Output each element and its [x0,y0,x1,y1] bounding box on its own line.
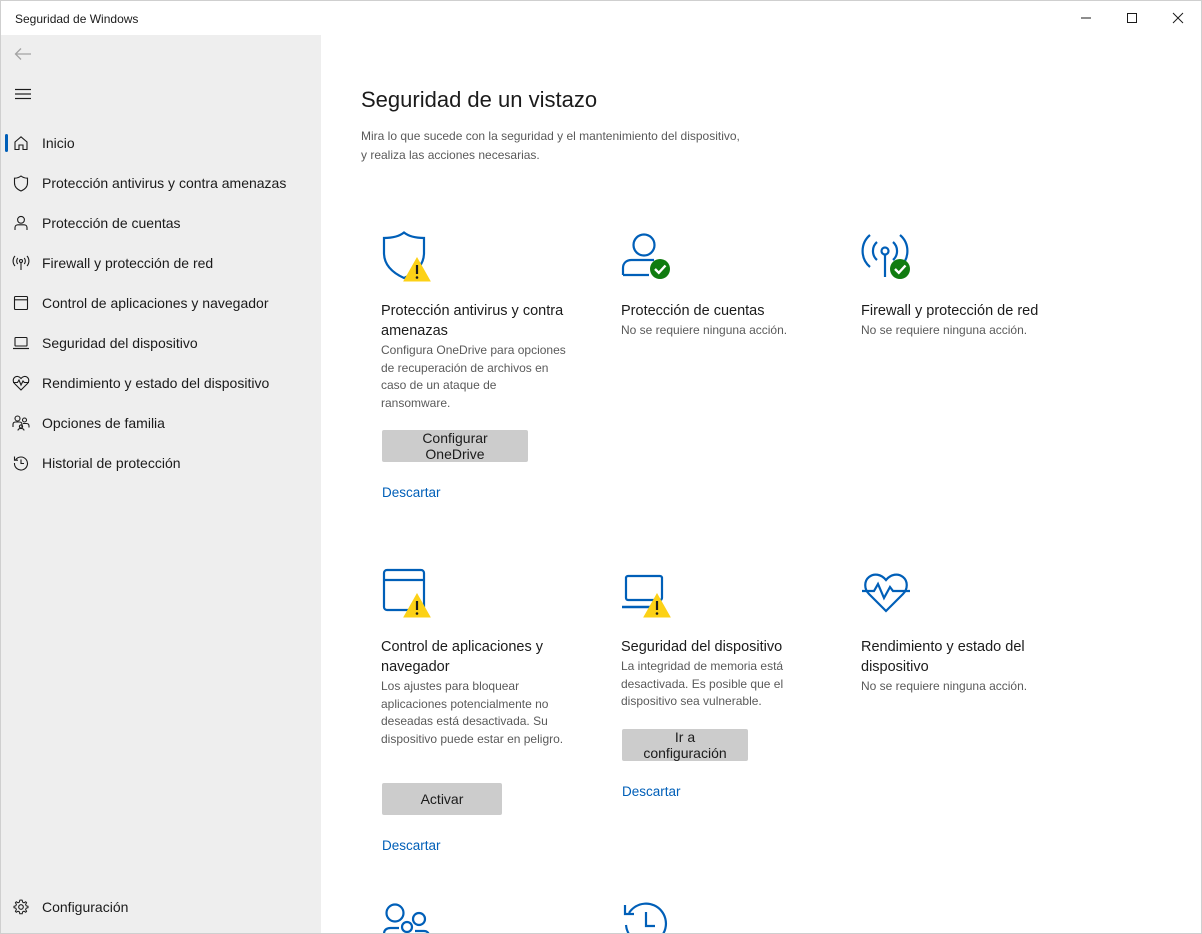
laptop-icon [12,334,30,352]
sidebar-item-label: Historial de protección [42,455,181,471]
sidebar-item-configuracion[interactable]: Configuración [5,889,315,925]
sidebar-item-control-aplicaciones[interactable]: Control de aplicaciones y navegador [5,285,315,321]
sidebar-item-label: Firewall y protección de red [42,255,214,271]
card-description: No se requiere ninguna acción. [861,323,1028,337]
page-description: Mira lo que sucede con la seguridad y el… [361,129,740,162]
home-icon [12,134,30,152]
person-icon [12,214,30,232]
wifi-antenna-icon [861,231,917,283]
browser-window-icon [381,567,437,619]
sidebar-item-seguridad-dispositivo[interactable]: Seguridad del dispositivo [5,325,315,361]
minimize-icon [1081,17,1091,19]
maximize-button[interactable] [1109,1,1155,35]
wifi-antenna-icon [12,254,30,272]
sidebar-item-label: Seguridad del dispositivo [42,335,198,351]
card-description: Los ajustes para bloquear aplicaciones p… [381,679,564,746]
back-arrow-icon [14,48,31,60]
title-bar: Seguridad de Windows [1,1,1201,35]
dismiss-link[interactable]: Descartar [382,485,441,500]
close-button[interactable] [1155,1,1201,35]
heart-pulse-icon [861,567,917,619]
card-description: No se requiere ninguna acción. [861,679,1028,693]
main-content: Seguridad de un vistazo Mira lo que suce… [321,35,1201,933]
window-title: Seguridad de Windows [15,12,139,26]
maximize-icon [1127,13,1137,23]
sidebar-item-label: Protección antivirus y contra amenazas [42,175,287,191]
sidebar-item-label: Protección de cuentas [42,215,181,231]
card-description: Configura OneDrive para opciones de recu… [381,343,566,410]
sidebar-item-label: Rendimiento y estado del dispositivo [42,375,270,391]
card-title: Protección de cuentas [621,303,765,319]
sidebar-item-label: Control de aplicaciones y navegador [42,295,269,311]
history-icon [12,454,30,472]
card-title: Control de aplicaciones y navegador [381,639,544,675]
close-icon [1172,12,1184,24]
card-description: No se requiere ninguna acción. [621,323,788,337]
sidebar-item-label: Configuración [42,899,129,915]
card-description: La integridad de memoria está desactivad… [621,659,784,708]
back-button[interactable] [9,41,37,67]
history-icon [621,901,677,933]
sidebar-item-cuentas[interactable]: Protección de cuentas [5,205,315,241]
minimize-button[interactable] [1063,1,1109,35]
browser-window-icon [12,294,30,312]
page-title: Seguridad de un vistazo [361,87,598,112]
laptop-icon [621,567,677,619]
shield-icon [12,174,30,192]
menu-button[interactable] [9,81,37,107]
dismiss-link[interactable]: Descartar [382,838,441,853]
person-icon [621,231,677,283]
sidebar-item-antivirus[interactable]: Protección antivirus y contra amenazas [5,165,315,201]
shield-icon [381,231,437,283]
sidebar: Inicio Protección antivirus y contra ame… [1,35,321,933]
card-title: Rendimiento y estado del dispositivo [861,639,1025,675]
card-title: Firewall y protección de red [861,303,1039,319]
sidebar-item-rendimiento[interactable]: Rendimiento y estado del dispositivo [5,365,315,401]
sidebar-item-familia[interactable]: Opciones de familia [5,405,315,441]
card-title: Seguridad del dispositivo [621,639,783,655]
app-window: Seguridad de Windows Inicio Protección a… [0,0,1202,934]
gear-icon [12,898,30,916]
activate-button[interactable]: Activar [382,783,502,815]
family-icon [381,901,437,933]
sidebar-item-firewall[interactable]: Firewall y protección de red [5,245,315,281]
family-icon [12,414,30,432]
sidebar-item-inicio[interactable]: Inicio [5,125,315,161]
sidebar-item-label: Opciones de familia [42,415,165,431]
configure-onedrive-button[interactable]: Configurar OneDrive [382,430,528,462]
sidebar-item-label: Inicio [42,135,75,151]
dismiss-link[interactable]: Descartar [622,784,681,799]
heart-pulse-icon [12,374,30,392]
sidebar-item-historial[interactable]: Historial de protección [5,445,315,481]
hamburger-icon [15,88,31,100]
go-to-settings-button[interactable]: Ir a configuración [622,729,748,761]
card-title: Protección antivirus y contra amenazas [381,303,564,339]
